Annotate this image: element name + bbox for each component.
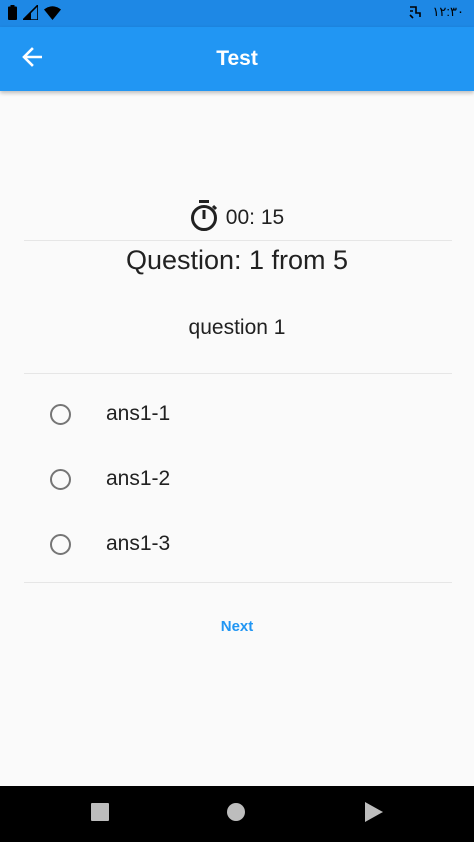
answer-label: ans1-1 (106, 402, 171, 425)
next-button[interactable]: Next (197, 612, 277, 642)
arrow-left-icon (22, 46, 43, 72)
app-bar-title: Test (216, 47, 258, 70)
divider (24, 240, 452, 241)
question-header: Question: 1 from 5 (125, 245, 349, 275)
divider (24, 582, 452, 583)
answer-option[interactable]: ans1-1 (50, 394, 170, 434)
status-icons-left (8, 5, 61, 20)
data-saver-icon (408, 5, 422, 19)
question-text: question 1 (188, 316, 286, 339)
wifi-icon (44, 5, 61, 20)
back-nav-button[interactable] (364, 801, 384, 827)
status-time: ١٢:٣٠ (432, 4, 464, 19)
divider (24, 373, 452, 374)
home-button[interactable] (226, 802, 246, 826)
answer-label: ans1-3 (106, 532, 171, 555)
timer: 00: 15 (0, 199, 474, 237)
app-screen: ١٢:٣٠ Test 00: 15 Question: 1 from 5 que… (0, 0, 474, 842)
back-triangle-icon (365, 801, 383, 827)
status-icons-right: ١٢:٣٠ (408, 4, 464, 20)
back-button[interactable] (14, 41, 50, 77)
answer-option[interactable]: ans1-3 (50, 524, 170, 564)
home-icon (227, 802, 245, 826)
recents-icon (91, 802, 109, 826)
signal-icon (23, 5, 38, 20)
timer-value: 00: 15 (225, 206, 285, 229)
recents-button[interactable] (90, 802, 110, 826)
battery-icon (8, 5, 17, 20)
answer-option[interactable]: ans1-2 (50, 459, 170, 499)
radio-button[interactable] (50, 533, 71, 555)
radio-button[interactable] (50, 403, 71, 425)
status-bar: ١٢:٣٠ (0, 0, 474, 27)
radio-button[interactable] (50, 468, 71, 490)
answer-label: ans1-2 (106, 467, 171, 490)
navigation-bar (0, 786, 474, 842)
stopwatch-icon (190, 199, 218, 237)
app-bar: Test (0, 27, 474, 91)
